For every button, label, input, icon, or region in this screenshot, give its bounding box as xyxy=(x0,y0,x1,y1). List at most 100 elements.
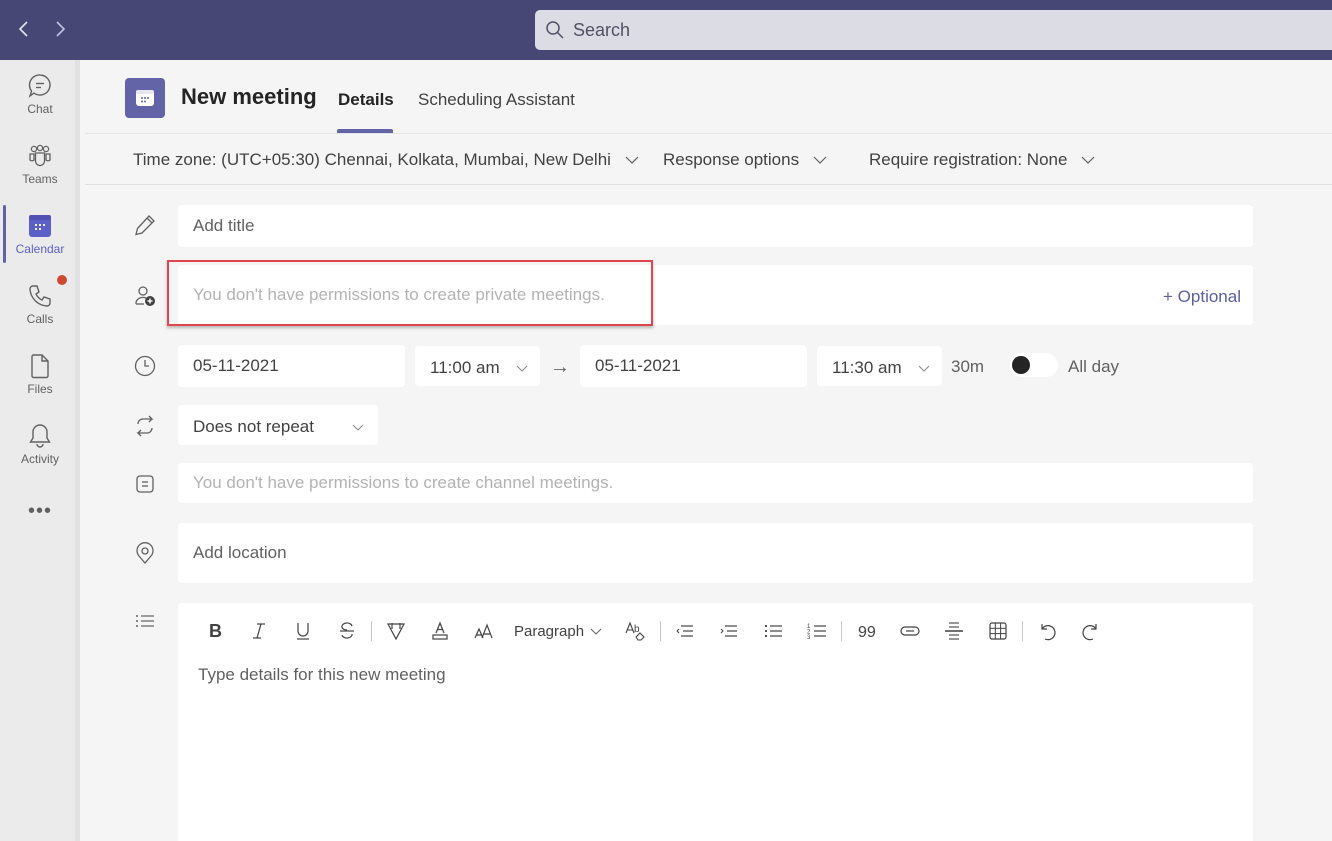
rail-item-chat[interactable]: Chat xyxy=(0,72,80,136)
arrow-right-icon: → xyxy=(550,356,570,378)
end-date-field[interactable]: 05-11-2021 xyxy=(580,345,807,387)
timezone-dropdown[interactable]: Time zone: (UTC+05:30) Chennai, Kolkata,… xyxy=(133,150,639,170)
details-editor[interactable]: B Paragraph b 123 99 Type details for th… xyxy=(178,603,1253,841)
rail-item-teams[interactable]: Teams xyxy=(0,142,80,206)
attendees-permission-message: You don't have permissions to create pri… xyxy=(193,285,605,304)
font-color-button[interactable] xyxy=(418,617,462,645)
meeting-header: New meeting Details Scheduling Assistant xyxy=(85,60,1332,134)
registration-dropdown[interactable]: Require registration: None xyxy=(869,150,1095,170)
details-placeholder[interactable]: Type details for this new meeting xyxy=(198,665,446,685)
underline-button[interactable] xyxy=(281,617,325,645)
toolbar-separator xyxy=(841,621,843,641)
bold-button[interactable]: B xyxy=(193,617,237,645)
rail-item-activity[interactable]: Activity xyxy=(0,422,80,486)
start-date-field[interactable]: 05-11-2021 xyxy=(178,345,405,387)
title-input[interactable] xyxy=(193,216,1253,236)
redo-icon xyxy=(1082,624,1097,641)
undo-icon xyxy=(1041,624,1056,641)
chevron-down-icon xyxy=(918,365,930,372)
insert-table-button[interactable] xyxy=(976,617,1020,645)
all-day-toggle[interactable] xyxy=(1010,353,1058,377)
numbered-list-icon: 123 xyxy=(807,624,827,641)
search-box[interactable] xyxy=(535,10,1332,50)
search-icon xyxy=(546,21,564,39)
location-icon xyxy=(136,542,154,564)
end-time-dropdown[interactable]: 11:30 am xyxy=(817,346,942,386)
clear-formatting-icon: b xyxy=(625,621,645,641)
paragraph-label: Paragraph xyxy=(514,622,585,640)
chat-icon xyxy=(28,74,51,98)
details-list-icon xyxy=(136,615,154,627)
toggle-knob xyxy=(1012,356,1030,374)
undo-button[interactable] xyxy=(1025,617,1069,645)
font-size-icon xyxy=(474,623,493,639)
app-rail: Chat Teams Calendar Calls Files Activity… xyxy=(0,60,80,841)
bulleted-list-icon xyxy=(764,624,783,638)
file-icon xyxy=(31,354,49,379)
increase-indent-button[interactable] xyxy=(707,617,751,645)
numbered-list-button[interactable]: 123 xyxy=(795,617,839,645)
add-optional-attendees-link[interactable]: + Optional xyxy=(1163,287,1241,307)
repeat-dropdown[interactable]: Does not repeat xyxy=(178,405,378,445)
strikethrough-button[interactable] xyxy=(325,617,369,645)
toolbar-separator xyxy=(371,621,372,641)
highlighter-icon xyxy=(387,623,405,641)
clock-icon xyxy=(134,355,156,377)
tab-scheduling-assistant[interactable]: Scheduling Assistant xyxy=(418,90,575,110)
highlight-button[interactable] xyxy=(374,617,418,645)
bulleted-list-button[interactable] xyxy=(751,617,795,645)
outdent-icon xyxy=(676,625,694,637)
active-tab-indicator xyxy=(337,129,393,133)
insert-link-button[interactable] xyxy=(888,617,932,645)
svg-text:B: B xyxy=(209,621,222,641)
chevron-right-icon xyxy=(56,21,66,37)
redo-button[interactable] xyxy=(1069,617,1113,645)
clear-formatting-button[interactable]: b xyxy=(614,617,658,645)
bell-icon xyxy=(29,424,51,448)
svg-text:3: 3 xyxy=(807,635,811,641)
rail-item-files[interactable]: Files xyxy=(0,352,80,416)
forward-button[interactable] xyxy=(50,18,70,42)
location-field[interactable] xyxy=(178,523,1253,583)
all-day-label: All day xyxy=(1068,357,1120,376)
horizontal-rule-button[interactable] xyxy=(932,617,976,645)
back-button[interactable] xyxy=(14,18,34,42)
active-indicator xyxy=(3,205,6,263)
attendees-field[interactable]: You don't have permissions to create pri… xyxy=(178,265,1253,325)
tab-details[interactable]: Details xyxy=(338,90,394,110)
phone-icon xyxy=(29,285,51,307)
title-field[interactable] xyxy=(178,205,1253,247)
bold-icon: B xyxy=(209,621,222,641)
response-options-label: Response options xyxy=(663,150,800,169)
response-options-dropdown[interactable]: Response options xyxy=(663,150,827,170)
start-time-dropdown[interactable]: 11:00 am xyxy=(415,346,540,386)
chevron-down-icon xyxy=(590,628,602,635)
rail-label: Chat xyxy=(27,102,53,116)
more-apps-button[interactable]: ••• xyxy=(0,500,80,523)
table-icon xyxy=(989,622,1007,640)
chevron-down-icon xyxy=(352,424,364,431)
top-bar xyxy=(0,0,1332,60)
italic-button[interactable] xyxy=(237,617,281,645)
channel-field[interactable]: You don't have permissions to create cha… xyxy=(178,463,1253,503)
channel-icon xyxy=(136,475,154,493)
rail-label: Files xyxy=(27,382,53,396)
add-attendee-icon xyxy=(135,286,155,306)
pencil-icon xyxy=(135,215,155,236)
paragraph-dropdown[interactable]: Paragraph xyxy=(506,623,614,640)
horizontal-rule-icon xyxy=(945,622,964,640)
rail-item-calls[interactable]: Calls xyxy=(0,275,80,346)
location-input[interactable] xyxy=(193,543,1253,563)
page-title: New meeting xyxy=(181,84,317,109)
rail-label: Teams xyxy=(22,172,58,186)
calendar-app-icon xyxy=(125,78,165,118)
start-date-value: 05-11-2021 xyxy=(193,356,279,375)
quote-button[interactable]: 99 xyxy=(844,617,888,645)
link-icon xyxy=(900,626,920,636)
repeat-value: Does not repeat xyxy=(193,417,314,436)
search-input[interactable] xyxy=(573,19,973,41)
decrease-indent-button[interactable] xyxy=(663,617,707,645)
font-size-button[interactable] xyxy=(462,617,506,645)
rail-item-calendar[interactable]: Calendar xyxy=(0,205,80,276)
main-panel: New meeting Details Scheduling Assistant… xyxy=(85,60,1332,841)
